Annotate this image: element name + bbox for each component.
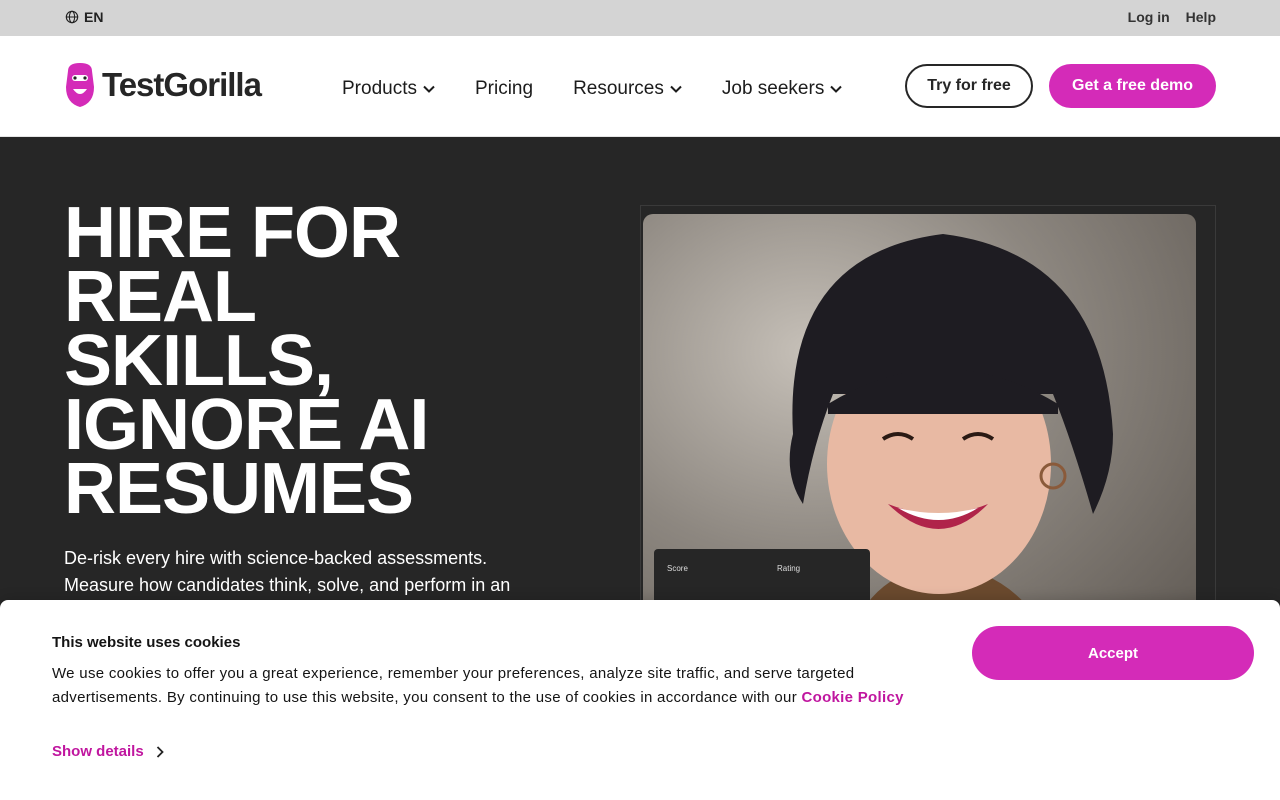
language-selector[interactable]: EN: [65, 9, 103, 25]
get-demo-button[interactable]: Get a free demo: [1049, 64, 1216, 108]
gorilla-logo-icon: [66, 63, 94, 107]
login-link[interactable]: Log in: [1128, 9, 1170, 25]
score-label: Score: [667, 564, 688, 573]
accept-cookies-button[interactable]: Accept: [972, 626, 1254, 680]
menu-products[interactable]: Products: [342, 78, 435, 100]
main-nav: TestGorilla Products Pricing Resources J…: [0, 36, 1280, 137]
cookie-description: We use cookies to offer you a great expe…: [52, 662, 952, 710]
menu-job-seekers[interactable]: Job seekers: [721, 78, 843, 100]
try-for-free-button[interactable]: Try for free: [905, 64, 1033, 108]
help-link[interactable]: Help: [1186, 9, 1216, 25]
headline-line: HIRE FOR: [64, 193, 401, 273]
headline-line: IGNORE AI: [64, 385, 429, 465]
utility-bar: EN Log in Help: [0, 0, 1280, 36]
show-details-button[interactable]: Show details: [52, 743, 164, 760]
menu-label: Pricing: [474, 78, 534, 99]
menu-label: Products: [342, 78, 417, 99]
cookie-policy-link[interactable]: Cookie Policy: [801, 689, 903, 706]
globe-icon: [65, 10, 79, 24]
headline-line: REAL: [64, 257, 257, 337]
menu-label: Resources: [573, 78, 664, 99]
chevron-down-icon: [423, 85, 435, 93]
menu-resources[interactable]: Resources: [573, 78, 682, 100]
cookie-title: This website uses cookies: [52, 634, 241, 651]
chevron-right-icon: [156, 745, 164, 758]
brand-logo[interactable]: TestGorilla: [64, 61, 262, 109]
brand-name: TestGorilla: [102, 66, 262, 103]
menu-label: Job seekers: [721, 78, 825, 99]
language-label: EN: [84, 9, 104, 25]
rating-label: Rating: [777, 564, 801, 573]
headline-line: RESUMES: [64, 449, 414, 529]
menu-pricing[interactable]: Pricing: [475, 78, 533, 100]
primary-menu: Products Pricing Resources Job seekers: [342, 78, 882, 100]
show-details-label: Show details: [52, 743, 144, 760]
utility-links: Log in Help: [1128, 9, 1216, 25]
hero-headline: HIRE FOR REAL SKILLS, IGNORE AI RESUMES: [64, 193, 584, 529]
headline-line: SKILLS,: [64, 321, 334, 401]
hero-subtext: De-risk every hire with science-backed a…: [64, 548, 511, 595]
chevron-down-icon: [670, 85, 682, 93]
cookie-body-text: We use cookies to offer you a great expe…: [52, 665, 855, 706]
cookie-banner: This website uses cookies We use cookies…: [0, 600, 1280, 800]
chevron-down-icon: [830, 85, 843, 93]
